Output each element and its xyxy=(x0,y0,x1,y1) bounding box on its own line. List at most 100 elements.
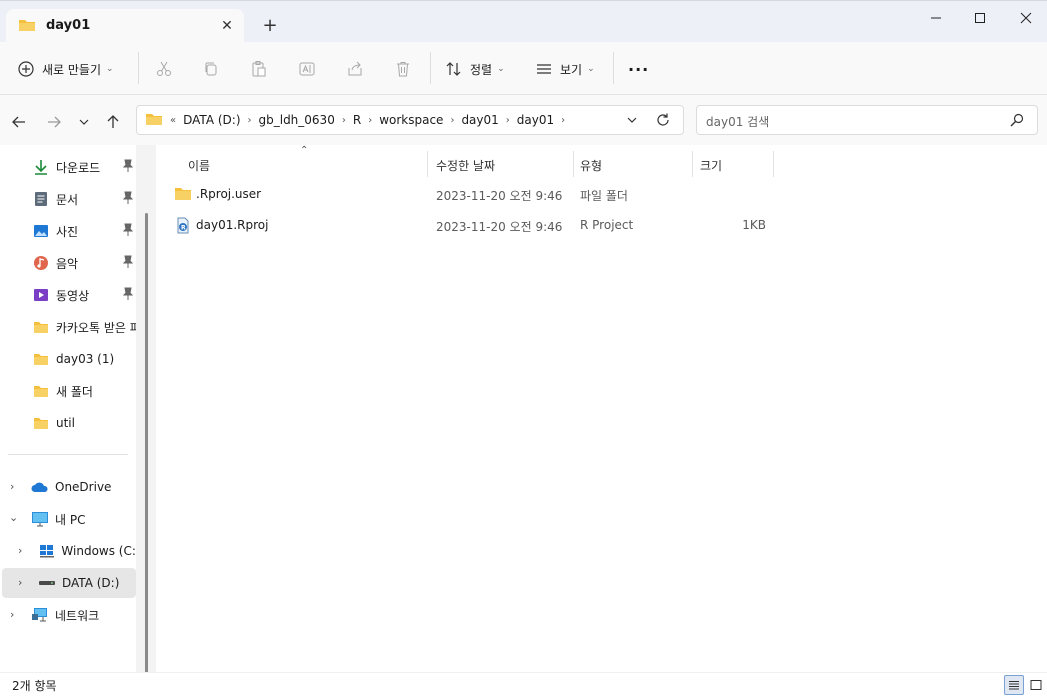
tiles-view-button[interactable] xyxy=(1026,675,1046,695)
arrow-left-icon xyxy=(12,116,25,128)
details-view-icon xyxy=(1009,681,1019,690)
tab-day01[interactable]: day01 ✕ xyxy=(6,9,244,43)
chevron-down-icon xyxy=(627,117,637,123)
share-button[interactable] xyxy=(346,55,364,83)
sidebar-item-new-folder[interactable]: 새 폴더 xyxy=(32,377,140,405)
address-bar[interactable]: « DATA (D:) › gb_ldh_0630 › R › workspac… xyxy=(136,105,684,135)
chevron-right-icon[interactable]: › xyxy=(18,576,22,589)
more-icon: ··· xyxy=(628,59,650,79)
breadcrumb-item[interactable]: day01 xyxy=(513,113,558,127)
paste-button[interactable] xyxy=(250,55,268,83)
breadcrumb: « DATA (D:) › gb_ldh_0630 › R › workspac… xyxy=(145,106,568,134)
column-header-modified[interactable]: 수정한 날짜 xyxy=(436,153,495,177)
search-icon[interactable] xyxy=(1009,112,1025,131)
close-tab-button[interactable]: ✕ xyxy=(216,15,238,37)
chevron-right-icon[interactable]: › xyxy=(10,608,14,621)
search-input[interactable]: day01 검색 xyxy=(706,113,769,130)
breadcrumb-item[interactable]: day01 xyxy=(457,113,502,127)
navigation-bar: « DATA (D:) › gb_ldh_0630 › R › workspac… xyxy=(0,95,1047,145)
sidebar-item-label: Windows (C:) xyxy=(61,544,138,558)
column-header-type[interactable]: 유형 xyxy=(580,153,602,177)
new-button[interactable]: 새로 만들기 ⌄ xyxy=(18,55,114,83)
file-row[interactable]: R day01.Rproj 2023-11-20 오전 9:46 R Proje… xyxy=(170,212,780,240)
toolbar-divider xyxy=(430,52,431,84)
sidebar-item-this-pc[interactable]: 내 PC xyxy=(31,505,139,533)
recent-locations-button[interactable] xyxy=(73,111,95,133)
rename-button[interactable] xyxy=(298,55,316,83)
rename-icon xyxy=(299,62,315,76)
arrow-right-icon xyxy=(48,116,61,128)
breadcrumb-item[interactable]: workspace xyxy=(375,113,447,127)
column-divider[interactable] xyxy=(427,151,428,177)
pin-icon[interactable] xyxy=(122,223,134,240)
column-divider[interactable] xyxy=(573,151,574,177)
close-window-button[interactable] xyxy=(1004,7,1047,29)
file-type: R Project xyxy=(580,218,634,232)
more-options-button[interactable]: ··· xyxy=(628,55,649,83)
chevron-right-icon[interactable]: › xyxy=(18,544,22,557)
delete-button[interactable] xyxy=(394,55,412,83)
pin-icon[interactable] xyxy=(122,287,134,304)
sidebar-item-network[interactable]: 네트워크 xyxy=(31,601,139,629)
chevron-right-icon[interactable]: › xyxy=(558,115,568,126)
toolbar-divider xyxy=(613,52,614,84)
music-icon xyxy=(32,254,50,272)
chevron-right-icon[interactable]: › xyxy=(245,115,255,126)
sidebar-item-windows-c[interactable]: Windows (C:) xyxy=(38,537,138,565)
sort-button[interactable]: 정렬 ⌄ xyxy=(446,55,505,83)
refresh-button[interactable] xyxy=(655,111,671,132)
sidebar-item-label: 네트워크 xyxy=(55,608,100,623)
folder-icon xyxy=(32,350,50,368)
cut-button[interactable] xyxy=(155,55,173,83)
sidebar-item-kakaotalk[interactable]: 카카오톡 받은 파 xyxy=(32,313,140,341)
sidebar-item-label: 음악 xyxy=(56,256,79,271)
sidebar-item-util[interactable]: util xyxy=(32,409,140,437)
column-divider[interactable] xyxy=(773,151,774,177)
pin-icon[interactable] xyxy=(122,255,134,272)
sidebar-scrollbar[interactable] xyxy=(145,213,148,673)
chevron-right-icon[interactable]: › xyxy=(447,115,457,126)
address-history-button[interactable] xyxy=(625,111,639,132)
chevron-right-icon[interactable]: › xyxy=(10,480,14,493)
sidebar-item-label: OneDrive xyxy=(55,480,112,494)
sidebar-item-data-d[interactable]: DATA (D:) xyxy=(38,569,136,597)
status-bar: 2개 항목 xyxy=(0,672,1047,698)
windows-drive-icon xyxy=(38,542,55,560)
sidebar-item-day03[interactable]: day03 (1) xyxy=(32,345,140,373)
folder-icon xyxy=(145,112,163,129)
breadcrumb-item[interactable]: gb_ldh_0630 xyxy=(255,113,339,127)
maximize-button[interactable] xyxy=(958,7,1002,29)
pin-icon[interactable] xyxy=(122,159,134,176)
file-row[interactable]: .Rproj.user 2023-11-20 오전 9:46 파일 폴더 xyxy=(170,181,780,209)
video-icon xyxy=(32,286,50,304)
chevron-down-icon[interactable]: ⌄ xyxy=(9,511,18,524)
view-button[interactable]: 보기 ⌄ xyxy=(536,55,595,83)
sidebar-item-label: 사진 xyxy=(56,224,79,239)
chevron-right-icon[interactable]: › xyxy=(365,115,375,126)
chevron-down-icon xyxy=(79,119,89,125)
column-divider[interactable] xyxy=(692,151,693,177)
sidebar-item-onedrive[interactable]: OneDrive xyxy=(31,473,139,501)
search-box[interactable]: day01 검색 xyxy=(696,105,1038,135)
forward-button[interactable] xyxy=(43,111,65,133)
details-view-button[interactable] xyxy=(1004,675,1024,695)
svg-text:R: R xyxy=(181,225,186,232)
back-button[interactable] xyxy=(8,111,30,133)
breadcrumb-item[interactable]: DATA (D:) xyxy=(179,113,244,127)
new-tab-button[interactable]: + xyxy=(258,14,282,38)
column-header-size[interactable]: 크기 xyxy=(700,153,722,177)
up-button[interactable] xyxy=(102,111,124,133)
column-header-name[interactable]: 이름 xyxy=(188,153,210,177)
view-lines-icon xyxy=(537,64,551,74)
minimize-button[interactable] xyxy=(914,7,958,29)
chevron-right-icon[interactable]: › xyxy=(503,115,513,126)
plus-circle-icon xyxy=(18,61,34,77)
chevron-right-icon[interactable]: › xyxy=(339,115,349,126)
breadcrumb-item[interactable]: R xyxy=(349,113,365,127)
arrow-up-icon xyxy=(107,115,119,128)
chevron-down-icon: ⌄ xyxy=(106,64,114,74)
pin-icon[interactable] xyxy=(122,191,134,208)
copy-button[interactable] xyxy=(202,55,220,83)
breadcrumb-overflow-button[interactable]: « xyxy=(167,115,179,126)
folder-icon xyxy=(32,318,50,336)
